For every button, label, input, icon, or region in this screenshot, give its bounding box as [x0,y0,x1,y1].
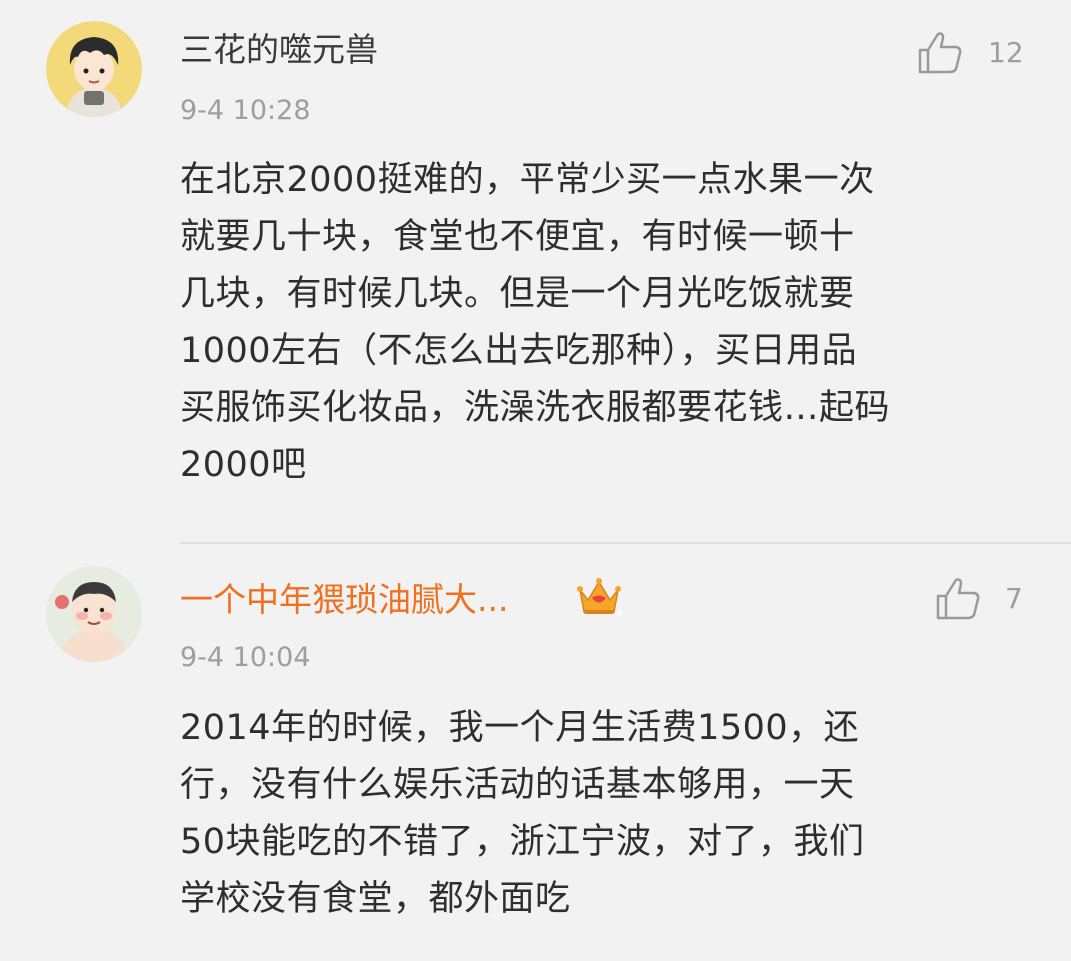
comment-text-line: 2000吧 [180,445,307,485]
comment-text-line: 50块能吃的不错了，浙江宁波，对了，我们 [180,822,865,862]
thumbs-up-icon[interactable] [934,576,982,622]
crown-vip-level-6-icon: 6 [577,578,622,619]
comment-text: 在北京2000挺难的，平常少买一点水果一次 就要几十块，食堂也不便宜，有时候一顿… [180,152,1030,494]
comment-divider [180,542,1071,544]
comment-text-line: 就要几十块，食堂也不便宜，有时候一顿十 [180,217,855,257]
username[interactable]: 一个中年猥琐油腻大... [180,580,508,620]
avatar[interactable] [46,566,142,662]
comment-text-line: 2014年的时候，我一个月生活费1500，还 [180,708,860,748]
timestamp: 9-4 10:04 [180,642,311,673]
like-count: 12 [988,36,1024,69]
thumbs-up-icon[interactable] [916,30,964,76]
like-count: 7 [1005,582,1023,615]
cartoon-boy-avatar-icon [46,21,142,117]
comment-text-line: 买服饰买化妆品，洗澡洗衣服都要花钱…起码 [180,388,891,428]
comment-text: 2014年的时候，我一个月生活费1500，还 行，没有什么娱乐活动的话基本够用，… [180,700,1030,928]
comment-text-line: 几块，有时候几块。但是一个月光吃饭就要 [180,274,855,314]
comment-text-line: 在北京2000挺难的，平常少买一点水果一次 [180,160,875,200]
timestamp: 9-4 10:28 [180,95,311,126]
comment-text-line: 1000左右（不怎么出去吃那种），买日用品 [180,331,858,371]
comment-text-line: 行，没有什么娱乐活动的话基本够用，一天 [180,765,855,805]
username[interactable]: 三花的噬元兽 [180,30,378,70]
avatar[interactable] [46,21,142,117]
vip-level-label: 6 [616,608,622,619]
comment-text-line: 学校没有食堂，都外面吃 [180,879,571,919]
cartoon-man-avatar-icon [46,566,142,662]
